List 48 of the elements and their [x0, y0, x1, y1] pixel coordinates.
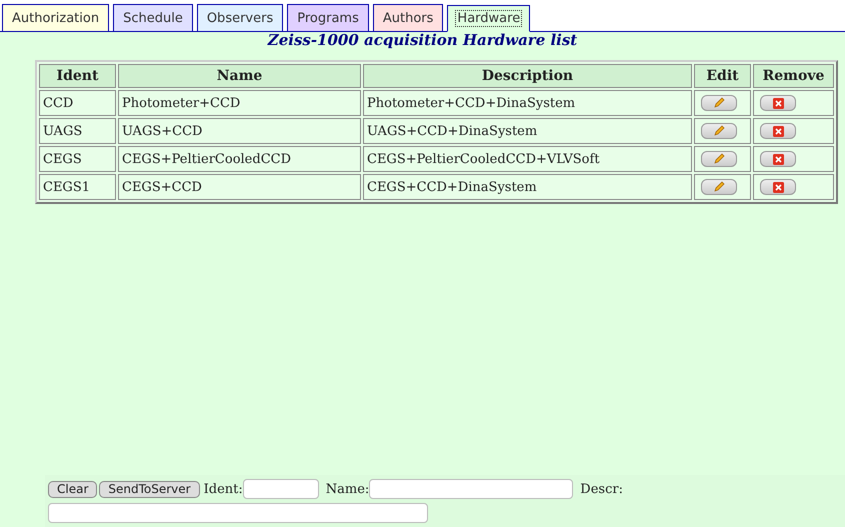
table-cell: CCD	[39, 90, 116, 116]
table-cell: CEGS1	[39, 174, 116, 200]
remove-button[interactable]	[760, 179, 796, 195]
table-cell: UAGS+CCD+DinaSystem	[363, 118, 692, 144]
input-field[interactable]	[242, 479, 319, 499]
page-title: Zeiss-1000 acquisition Hardware list	[266, 31, 578, 49]
input-field[interactable]	[48, 503, 428, 523]
edit-button[interactable]	[701, 95, 737, 111]
field-label: Descr:	[580, 482, 623, 496]
field-label: Ident:	[204, 482, 243, 496]
edit-button[interactable]	[701, 179, 737, 195]
close-icon	[772, 126, 784, 136]
tab[interactable]: Authorization	[2, 4, 110, 31]
table-cell: UAGS+CCD	[118, 118, 361, 144]
close-icon	[772, 154, 784, 164]
pencil-icon	[713, 153, 725, 165]
tab[interactable]: Programs	[287, 4, 369, 31]
table-cell: CEGS	[39, 146, 116, 172]
column-header: Name	[118, 64, 361, 88]
edit-button[interactable]	[701, 123, 737, 139]
pencil-icon	[713, 125, 725, 137]
column-header: Ident	[39, 64, 116, 88]
column-header: Remove	[753, 64, 834, 88]
remove-button[interactable]	[760, 151, 796, 167]
pencil-icon	[713, 181, 725, 193]
pencil-icon	[713, 97, 725, 109]
input-field[interactable]	[369, 479, 574, 499]
close-icon	[772, 182, 784, 192]
table-cell: Photometer+CCD+DinaSystem	[363, 90, 692, 116]
column-header: Edit	[694, 64, 751, 88]
table-cell: CEGS+PeltierCooledCCD+VLVSoft	[363, 146, 692, 172]
table-cell: CEGS+PeltierCooledCCD	[118, 146, 361, 172]
edit-button[interactable]	[701, 151, 737, 167]
remove-button[interactable]	[760, 95, 796, 111]
form-button[interactable]: Clear	[48, 480, 98, 498]
remove-button[interactable]	[760, 123, 796, 139]
field-label: Name:	[326, 482, 370, 496]
form-button[interactable]: SendToServer	[99, 480, 200, 498]
table-cell: UAGS	[39, 118, 116, 144]
close-icon	[772, 98, 784, 108]
table-cell: Photometer+CCD	[118, 90, 361, 116]
table-cell: CEGS+CCD	[118, 174, 361, 200]
tab[interactable]: Observers	[196, 4, 284, 31]
column-header: Description	[363, 64, 692, 88]
table-cell: CEGS+CCD+DinaSystem	[363, 174, 692, 200]
tab[interactable]: Authors	[372, 4, 444, 31]
tab[interactable]: Schedule	[113, 4, 193, 31]
tab[interactable]: Hardware	[447, 5, 530, 32]
